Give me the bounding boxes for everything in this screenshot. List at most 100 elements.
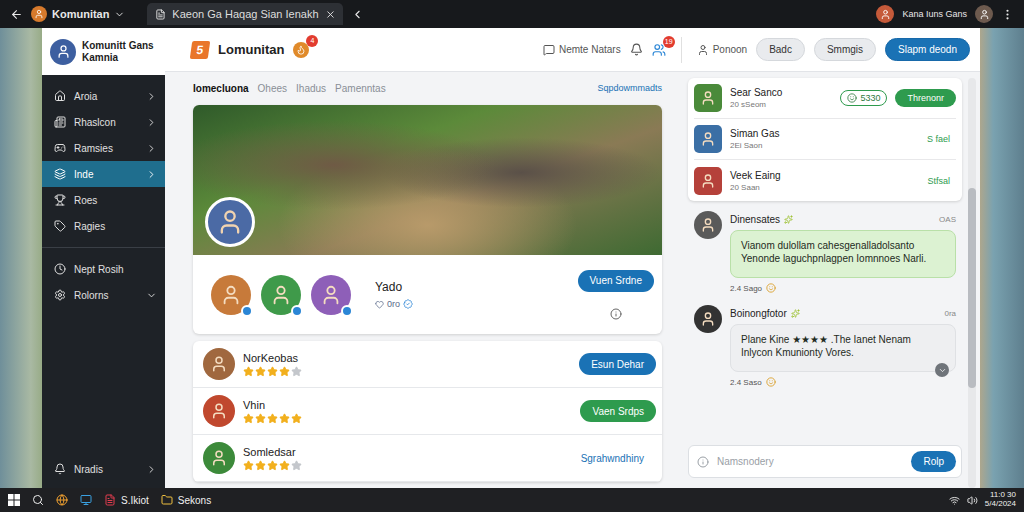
community-avatar — [50, 39, 76, 65]
browser-tab[interactable]: Kaeon Ga Haqag Sian Ienakh — [147, 3, 343, 25]
game-name: NorKeobas — [243, 352, 302, 364]
person-icon — [880, 9, 891, 20]
person-icon — [210, 402, 228, 420]
header-link[interactable]: Nemte Natars — [543, 44, 621, 56]
friends-button[interactable]: 19 — [652, 43, 666, 57]
bell-icon[interactable] — [630, 43, 643, 56]
feed-tab[interactable]: Ihadus — [296, 83, 326, 94]
smile-icon — [847, 93, 857, 103]
game-action[interactable]: Sgrahwndhiny — [569, 447, 656, 469]
menu-icon — [54, 90, 66, 102]
game-row[interactable]: VhinVaen Srdps — [193, 388, 662, 435]
volume-icon[interactable] — [967, 495, 978, 506]
menu-icon — [54, 194, 66, 206]
feed-tab[interactable]: Pamenntas — [335, 83, 386, 94]
person-icon — [210, 355, 228, 373]
game-action[interactable]: Vaen Srdps — [580, 400, 656, 422]
profile-avatar — [31, 6, 47, 22]
chevron-down-icon — [114, 9, 125, 20]
info-icon[interactable] — [610, 308, 622, 320]
author-avatar[interactable] — [694, 211, 722, 239]
smile-icon — [766, 377, 776, 387]
star-icon — [279, 413, 290, 424]
game-avatar — [203, 348, 235, 380]
page-icon — [155, 9, 166, 20]
person-icon — [700, 90, 716, 106]
send-button[interactable]: Rolp — [911, 451, 956, 472]
game-action[interactable]: Esun Dehar — [579, 353, 656, 375]
windows-icon[interactable] — [8, 494, 20, 506]
friend-row[interactable]: Siman Gas2Ei SaonS fael — [694, 119, 956, 160]
scroll-thumb[interactable] — [968, 188, 976, 388]
star-icon — [255, 366, 266, 377]
social-panel: Sear Sanco20 sSeom5330ThrenonrSiman Gas2… — [688, 78, 962, 488]
star-icon — [291, 413, 302, 424]
member-badge — [291, 305, 303, 317]
wifi-icon[interactable] — [949, 495, 960, 506]
member-avatar[interactable] — [311, 275, 351, 315]
sidebar-item[interactable]: Inde — [42, 161, 165, 187]
taskbar-app[interactable]: S.Ikiot — [104, 494, 149, 506]
header-button[interactable]: Smmgis — [814, 38, 876, 61]
feed: Iomecluona Ohees Ihadus Pamenntas Sqpdowmmad… — [193, 78, 662, 488]
notifications[interactable]: 4 — [293, 42, 309, 58]
close-icon[interactable] — [325, 9, 336, 20]
expand-button[interactable] — [935, 363, 949, 377]
sidebar-item[interactable]: Roes — [42, 187, 165, 213]
scrollbar[interactable] — [968, 78, 976, 488]
featured-avatar[interactable] — [205, 197, 255, 247]
sidebar-item[interactable]: Rhaslcon — [42, 109, 165, 135]
sidebar-item[interactable]: Rolorns — [42, 282, 165, 308]
search-icon[interactable] — [32, 494, 44, 506]
chevron-left-icon[interactable] — [351, 8, 364, 21]
menu-icon — [54, 168, 66, 180]
chevron-right-icon — [146, 169, 157, 180]
browser-profile[interactable]: Komunitan — [31, 6, 125, 22]
clock[interactable]: 11:0 305/4/2024 — [985, 491, 1016, 509]
friend-row[interactable]: Veek Eaing20 SaanStfsal — [694, 160, 956, 201]
person-icon — [320, 284, 342, 306]
sidebar-item[interactable]: Ragies — [42, 213, 165, 239]
star-icon — [255, 460, 266, 471]
featured-info: Yado0roVuen Srdne — [193, 255, 662, 334]
friend-action[interactable]: Threnonr — [895, 89, 956, 107]
header-button[interactable]: Badc — [756, 38, 805, 61]
smile-icon — [766, 283, 776, 293]
friend-status[interactable]: S fael — [927, 134, 956, 144]
profile-name: Komunitan — [52, 8, 109, 20]
friend-row[interactable]: Sear Sanco20 sSeom5330Threnonr — [694, 78, 956, 119]
sidebar-item[interactable]: Nept Rosih — [42, 256, 165, 282]
sidebar-label: Rolorns — [74, 290, 138, 301]
game-row[interactable]: SomledsarSgrahwndhiny — [193, 435, 662, 482]
main: 5Lomunitan4Nemte Natars19PonoonBadcSmmgi… — [165, 28, 980, 488]
author-avatar[interactable] — [694, 305, 722, 333]
taskbar-app[interactable]: Sekons — [161, 494, 211, 506]
chat-input[interactable] — [715, 455, 905, 468]
user-avatar[interactable] — [975, 5, 993, 23]
sidebar-item[interactable]: Aroia — [42, 83, 165, 109]
feed-tab[interactable]: Ohees — [258, 83, 287, 94]
back-arrow-icon[interactable] — [10, 8, 23, 21]
sidebar-footer-item[interactable]: Nradis — [42, 456, 165, 482]
feed-tab[interactable]: Iomecluona — [193, 83, 249, 94]
member-avatar[interactable] — [261, 275, 301, 315]
person-icon — [210, 449, 228, 467]
sidebar-label: Rhaslcon — [74, 117, 138, 128]
friend-list: Sear Sanco20 sSeom5330ThrenonrSiman Gas2… — [688, 78, 962, 201]
sidebar-label: Inde — [74, 169, 138, 180]
member-avatar[interactable] — [211, 275, 251, 315]
chevron-down-icon — [146, 290, 157, 301]
feed-link[interactable]: Sqpdowmmadts — [597, 83, 662, 93]
sidebar-label: Aroia — [74, 91, 138, 102]
featured-button[interactable]: Vuen Srdne — [578, 270, 654, 292]
browser-icon[interactable] — [56, 494, 68, 506]
profile-link[interactable]: Ponoon — [697, 44, 747, 56]
sidebar-item[interactable]: Ramsies — [42, 135, 165, 161]
account-avatar[interactable] — [876, 5, 894, 23]
friend-status[interactable]: Stfsal — [927, 176, 956, 186]
more-icon[interactable] — [1001, 8, 1014, 21]
header-button[interactable]: Slapm deodn — [885, 38, 970, 61]
app-icon[interactable] — [80, 494, 92, 506]
game-row[interactable]: NorKeobas Esun Dehar — [193, 341, 662, 388]
sidebar-header: Komunitt Gans Kamnia — [42, 28, 165, 75]
